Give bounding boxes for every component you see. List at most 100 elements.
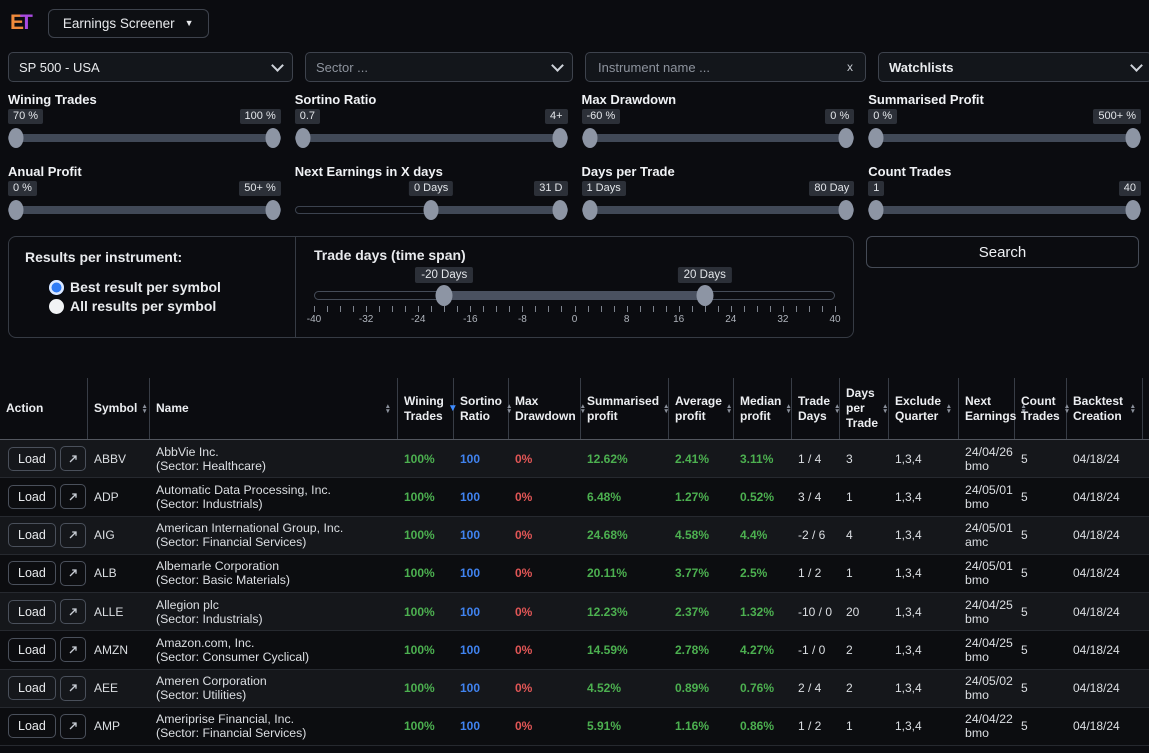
expand-chart-button[interactable] (60, 637, 86, 662)
axis-tick (457, 306, 458, 312)
slider-track[interactable] (8, 127, 281, 149)
slider-handle-right[interactable] (1126, 128, 1141, 148)
cell-action: Load (0, 599, 88, 624)
slider-handle-left[interactable] (582, 128, 597, 148)
load-button[interactable]: Load (8, 523, 56, 547)
column-header-trade_days[interactable]: Trade Days▲▼ (792, 378, 840, 439)
slider-handle-right[interactable] (1126, 200, 1141, 220)
sort-icon[interactable]: ▲▼ (1130, 404, 1136, 414)
slider-badges: 70 %100 % (8, 109, 281, 124)
instrument-input[interactable] (596, 59, 845, 76)
slider-handle-left[interactable] (295, 128, 310, 148)
slider-handle-right[interactable] (839, 128, 854, 148)
radio-option-1[interactable]: Best result per symbol (49, 279, 295, 295)
instrument-sector: (Sector: Basic Materials) (156, 573, 392, 587)
load-button[interactable]: Load (8, 485, 56, 509)
slider-track[interactable] (295, 127, 568, 149)
slider-handle-right[interactable] (265, 200, 280, 220)
cell-drawdown: 0% (509, 605, 581, 619)
expand-chart-button[interactable] (60, 676, 86, 701)
sector-select[interactable]: Sector ... (305, 52, 573, 82)
filter-slider-max-drawdown: Max Drawdown-60 %0 % (582, 92, 855, 148)
slider-handle-left[interactable] (9, 200, 24, 220)
column-header-average[interactable]: Average profit▲▼ (669, 378, 734, 439)
trade-days-from-badge: -20 Days (415, 267, 473, 283)
index-select[interactable]: SP 500 - USA (8, 52, 293, 82)
slider-handle-left[interactable] (424, 200, 439, 220)
load-button[interactable]: Load (8, 561, 56, 585)
cell-name: American International Group, Inc.(Secto… (150, 521, 398, 549)
column-header-next_earnings[interactable]: Next Earnings▲▼ (959, 378, 1015, 439)
watchlists-select[interactable]: Watchlists (878, 52, 1149, 82)
instrument-sector: (Sector: Industrials) (156, 612, 392, 626)
cell-count_trades: 5 (1015, 566, 1067, 580)
slider-handle-right[interactable] (265, 128, 280, 148)
radio-option-2[interactable]: All results per symbol (49, 298, 295, 314)
instrument-search-field[interactable]: x (585, 52, 866, 82)
column-header-count_trades[interactable]: Count Trades▲▼ (1015, 378, 1067, 439)
sort-desc-arrow-icon: ▼ (141, 409, 147, 414)
cell-sortino: 100 (454, 681, 509, 695)
slider-handle-right[interactable] (552, 128, 567, 148)
cell-drawdown: 0% (509, 566, 581, 580)
search-button[interactable]: Search (866, 236, 1139, 268)
trade-days-slider[interactable]: -20 Days20 Days-40-32-24-16-80816243240 (314, 265, 835, 327)
column-header-symbol[interactable]: Symbol▲▼ (88, 378, 150, 439)
expand-chart-button[interactable] (60, 484, 86, 509)
cell-symbol: ALLE (88, 605, 150, 619)
slider-track[interactable] (582, 199, 855, 221)
slider-track[interactable] (582, 127, 855, 149)
sort-icon[interactable]: ▲▼ (141, 404, 147, 414)
radio-selected-icon[interactable] (49, 280, 64, 295)
load-button[interactable]: Load (8, 600, 56, 624)
slider-handle-right[interactable] (552, 200, 567, 220)
slider-handle-left[interactable] (869, 200, 884, 220)
load-button[interactable]: Load (8, 638, 56, 662)
column-header-exclude_quarter[interactable]: Exclude Quarter▲▼ (889, 378, 959, 439)
axis-tick (822, 306, 823, 312)
column-header-label: Action (6, 401, 81, 416)
trade-days-handle-left[interactable] (436, 285, 453, 306)
trade-days-handle-right[interactable] (696, 285, 713, 306)
slider-handle-left[interactable] (9, 128, 24, 148)
expand-chart-button[interactable] (60, 446, 86, 471)
column-header-summarised[interactable]: Summarised profit▲▼ (581, 378, 669, 439)
cell-exclude_quarter: 1,3,4 (889, 528, 959, 542)
cell-backtest_creation: 04/18/24 (1067, 452, 1143, 466)
slider-handle-left[interactable] (869, 128, 884, 148)
expand-chart-button[interactable] (60, 561, 86, 586)
column-header-days_per_trade[interactable]: Days per Trade▲▼ (840, 378, 889, 439)
slider-track[interactable] (868, 127, 1141, 149)
slider-min-badge: 1 (868, 181, 884, 196)
expand-chart-button[interactable] (60, 523, 86, 548)
column-header-name[interactable]: Name▲▼ (150, 378, 398, 439)
radio-unselected-icon[interactable] (49, 299, 64, 314)
axis-tick-label: -8 (518, 314, 527, 325)
load-button[interactable]: Load (8, 447, 56, 471)
column-header-backtest_creation[interactable]: Backtest Creation▲▼ (1067, 378, 1143, 439)
column-header-sortino[interactable]: Sortino Ratio▲▼ (454, 378, 509, 439)
screener-menu-button[interactable]: Earnings Screener ▼ (48, 9, 209, 38)
slider-handle-left[interactable] (582, 200, 597, 220)
column-header-winning[interactable]: Wining Trades▼ (398, 378, 454, 439)
column-header-drawdown[interactable]: Max Drawdown▲▼ (509, 378, 581, 439)
slider-track[interactable] (8, 199, 281, 221)
clear-icon[interactable]: x (845, 60, 855, 74)
expand-chart-button[interactable] (60, 599, 86, 624)
load-button[interactable]: Load (8, 714, 56, 738)
column-header-median[interactable]: Median profit▲▼ (734, 378, 792, 439)
slider-track[interactable] (868, 199, 1141, 221)
sort-icon[interactable]: ▲▼ (385, 404, 391, 414)
cell-median: 2.5% (734, 566, 792, 580)
cell-action: Load (0, 484, 88, 509)
sort-icon[interactable]: ▲▼ (785, 404, 791, 414)
axis-tick (627, 306, 628, 312)
load-button[interactable]: Load (8, 676, 56, 700)
sort-icon[interactable]: ▲▼ (726, 404, 732, 414)
slider-track[interactable] (295, 199, 568, 221)
slider-handle-right[interactable] (839, 200, 854, 220)
sort-icon[interactable]: ▲▼ (882, 404, 888, 414)
expand-chart-button[interactable] (60, 714, 86, 739)
sort-icon[interactable]: ▲▼ (946, 404, 952, 414)
instrument-name: Amazon.com, Inc. (156, 636, 392, 650)
